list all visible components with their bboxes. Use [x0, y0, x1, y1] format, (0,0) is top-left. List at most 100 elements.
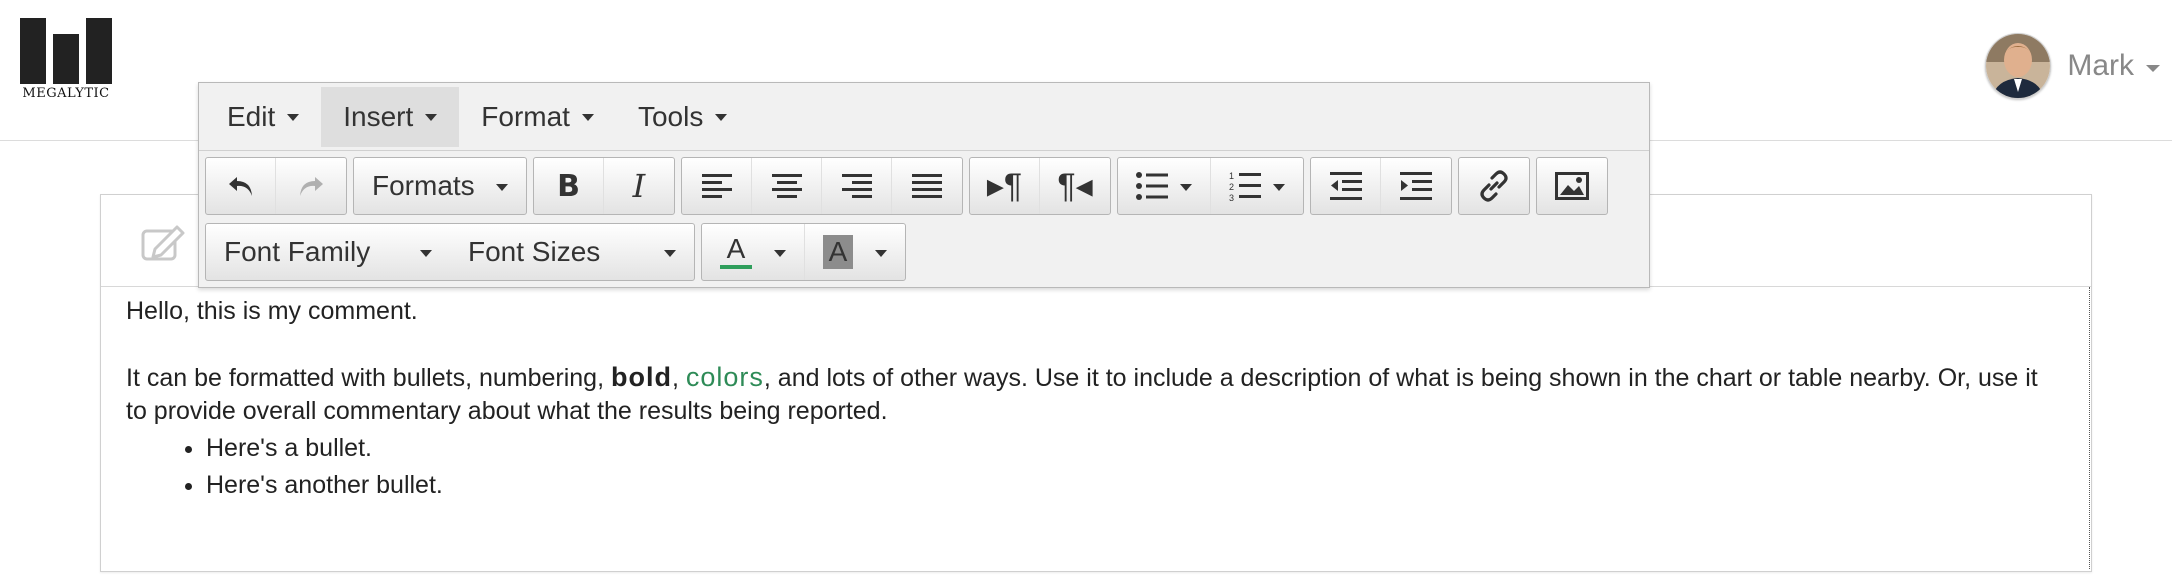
font-group: Font Family Font Sizes [205, 223, 695, 281]
text-color-letter: A [726, 233, 746, 264]
svg-text:1: 1 [1229, 171, 1234, 181]
chevron-down-icon [420, 249, 432, 257]
undo-button[interactable] [206, 158, 276, 214]
rtl-icon: ¶◂ [1057, 167, 1093, 205]
link-icon [1480, 170, 1508, 202]
color-group: A A [701, 223, 906, 281]
chevron-down-icon [1180, 183, 1192, 191]
bullet-list-button[interactable] [1118, 158, 1211, 214]
list-group: 123 [1117, 157, 1304, 215]
menubar: Edit Insert Format Tools [199, 83, 1649, 151]
chevron-down-icon [496, 183, 508, 191]
indent-button[interactable] [1381, 158, 1451, 214]
chevron-down-icon [287, 114, 300, 121]
history-group [205, 157, 347, 215]
pencil-square-icon[interactable] [141, 225, 185, 263]
comma-text: , [671, 364, 686, 392]
font-family-label: Font Family [224, 236, 371, 267]
bullet-list: Here's a bullet. Here's another bullet. [126, 432, 2064, 502]
editor-content[interactable]: Hello, this is my comment. It can be for… [101, 287, 2089, 514]
bullet-list-icon [1136, 172, 1168, 200]
align-left-button[interactable] [682, 158, 752, 214]
logo-text: MEGALYTIC [22, 86, 110, 101]
rtl-button[interactable]: ¶◂ [1040, 158, 1110, 214]
justify-button[interactable] [892, 158, 962, 214]
undo-icon [228, 177, 252, 196]
outdent-icon [1329, 172, 1362, 200]
menu-insert[interactable]: Insert [321, 86, 460, 147]
comment-editor[interactable]: Hello, this is my comment. It can be for… [101, 287, 2090, 569]
italic-button[interactable]: I [604, 158, 674, 214]
toolbar-row-2: Font Family Font Sizes A A [205, 223, 912, 281]
direction-group: ▸¶ ¶◂ [969, 157, 1111, 215]
toolbar-row-1: Formats B I ▸¶ ¶◂ 1 2 3 [205, 157, 1614, 215]
menu-tools[interactable]: Tools [616, 87, 749, 147]
list-item: Here's a bullet. [206, 432, 2064, 465]
text-color-icon: A [720, 235, 752, 269]
font-sizes-dropdown[interactable]: Font Sizes [450, 224, 694, 280]
text-color-swatch [720, 265, 752, 269]
text-color-button[interactable]: A [702, 224, 805, 280]
italic-icon: I [632, 167, 646, 205]
bold-icon: B [557, 168, 580, 204]
insert-link-button[interactable] [1459, 158, 1529, 214]
image-group [1536, 157, 1608, 215]
align-center-button[interactable] [752, 158, 822, 214]
numbered-list-button[interactable]: 123 [1211, 158, 1303, 214]
chevron-down-icon [774, 249, 786, 257]
paragraph-text-start: It can be formatted with bullets, number… [126, 364, 611, 392]
menu-edit-label: Edit [227, 100, 276, 132]
link-group [1458, 157, 1530, 215]
editor-line-1: Hello, this is my comment. [126, 297, 418, 325]
insert-image-button[interactable] [1537, 158, 1607, 214]
formats-dropdown[interactable]: Formats [354, 158, 526, 214]
menu-tools-label: Tools [637, 100, 704, 132]
text-style-group: B I [533, 157, 675, 215]
list-item: Here's another bullet. [206, 469, 2064, 502]
redo-button[interactable] [276, 158, 346, 214]
megalytic-logo[interactable]: MEGALYTIC [18, 18, 114, 101]
numbered-list-icon: 123 [1229, 171, 1261, 201]
svg-text:2: 2 [1229, 182, 1234, 192]
chevron-down-icon [715, 114, 728, 121]
redo-icon [300, 177, 323, 196]
chevron-down-icon[interactable] [2146, 64, 2160, 72]
logo-mark-icon [20, 18, 112, 84]
background-color-icon: A [823, 235, 853, 269]
menu-edit[interactable]: Edit [205, 87, 321, 147]
outdent-button[interactable] [1311, 158, 1381, 214]
background-color-letter: A [828, 236, 848, 267]
svg-text:3: 3 [1229, 193, 1234, 201]
editor-paragraph: It can be formatted with bullets, number… [126, 361, 2064, 428]
formats-label: Formats [372, 170, 475, 201]
align-left-icon [701, 174, 732, 198]
indent-group [1310, 157, 1452, 215]
justify-icon [912, 174, 942, 198]
align-right-icon [841, 174, 872, 198]
user-menu[interactable]: Mark [1985, 33, 2160, 99]
menu-format[interactable]: Format [459, 87, 616, 147]
bold-button[interactable]: B [534, 158, 604, 214]
avatar-image [1986, 34, 2051, 98]
ltr-icon: ▸¶ [986, 167, 1023, 205]
bold-text: bold [610, 362, 672, 392]
user-avatar[interactable] [1985, 33, 2052, 99]
menu-format-label: Format [481, 100, 570, 132]
align-right-button[interactable] [822, 158, 892, 214]
align-center-icon [771, 174, 802, 198]
font-family-dropdown[interactable]: Font Family [206, 224, 450, 280]
font-sizes-label: Font Sizes [468, 236, 601, 267]
colored-text: colors [685, 362, 764, 392]
image-icon [1555, 172, 1589, 200]
editor-toolbar: Edit Insert Format Tools Formats B I ▸¶ … [198, 82, 1650, 288]
chevron-down-icon [581, 114, 594, 121]
user-name[interactable]: Mark [2067, 49, 2134, 83]
menu-insert-label: Insert [343, 100, 414, 132]
chevron-down-icon [875, 249, 887, 257]
ltr-button[interactable]: ▸¶ [970, 158, 1040, 214]
chevron-down-icon [664, 249, 676, 257]
alignment-group [681, 157, 963, 215]
formats-group: Formats [353, 157, 527, 215]
chevron-down-icon [425, 114, 438, 121]
background-color-button[interactable]: A [805, 224, 905, 280]
